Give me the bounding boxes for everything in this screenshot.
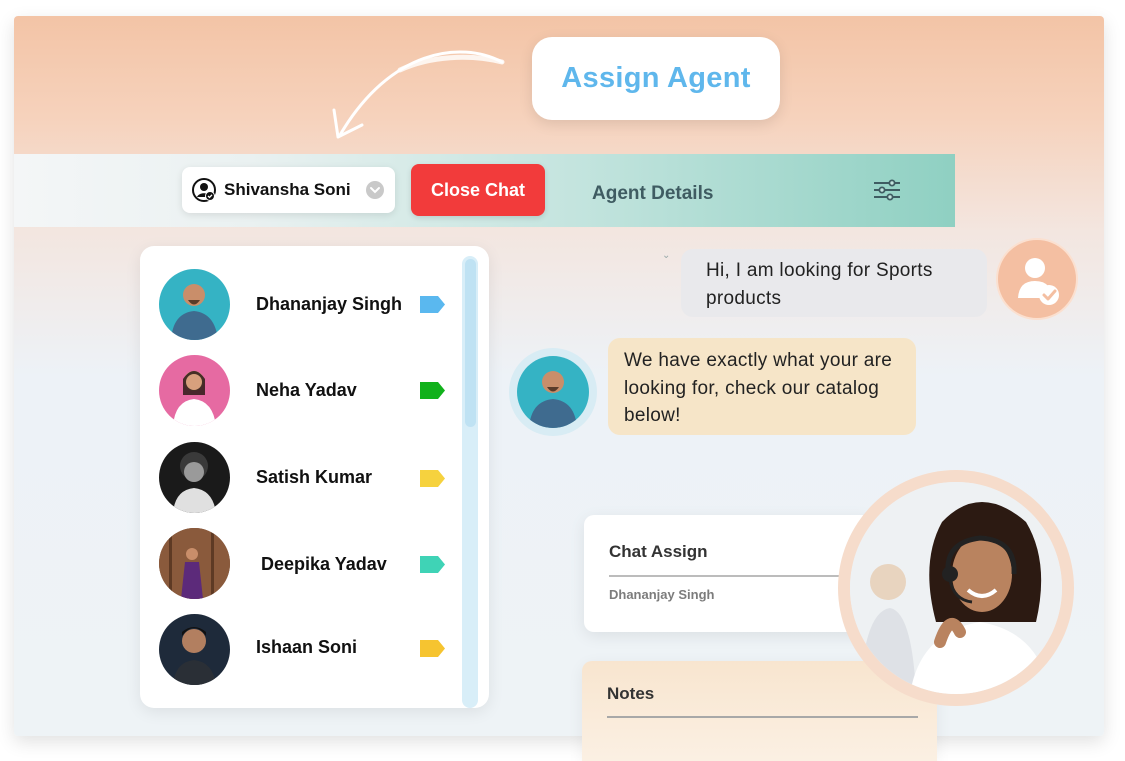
assign-agent-banner: Assign Agent	[532, 37, 780, 120]
support-agent-photo	[850, 482, 1062, 694]
tag-icon[interactable]	[420, 382, 445, 399]
tag-icon[interactable]	[420, 556, 445, 573]
close-chat-button[interactable]: Close Chat	[411, 164, 545, 216]
chevron-down-icon: ⌄	[662, 250, 671, 261]
avatar	[159, 355, 230, 426]
chevron-down-icon[interactable]	[365, 180, 385, 200]
user-message-text: Hi, I am looking for Sports products	[706, 260, 933, 309]
user-verified-icon	[1018, 258, 1059, 305]
assign-agent-label: Assign Agent	[561, 62, 751, 94]
contact-item-ishaan-soni[interactable]: Ishaan Soni	[140, 609, 489, 689]
chat-assign-title: Chat Assign	[609, 542, 708, 561]
agent-message-bubble: We have exactly what your are looking fo…	[608, 338, 916, 435]
contact-name: Dhananjay Singh	[256, 294, 403, 314]
curved-arrow-icon	[332, 50, 505, 139]
notes-title: Notes	[607, 684, 655, 703]
tag-icon[interactable]	[420, 640, 445, 657]
customer-avatar	[996, 238, 1078, 320]
contact-name: Neha Yadav	[256, 380, 357, 400]
contact-name: Ishaan Soni	[256, 637, 358, 657]
contact-name: Deepika Yadav	[261, 554, 387, 574]
agent-details-label: Agent Details	[592, 183, 714, 204]
contact-name: Satish Kumar	[256, 467, 373, 487]
avatar	[159, 269, 230, 340]
agent-avatar	[517, 356, 589, 428]
chat-assign-card: Chat Assign Dhananjay Singh	[584, 515, 874, 632]
agent-details-tab[interactable]: Agent Details	[592, 183, 713, 205]
agent-select-dropdown[interactable]: Shivansha Soni	[182, 167, 395, 213]
contact-item-dhananjay-singh[interactable]: Dhananjay Singh	[140, 264, 489, 344]
scrollbar-thumb[interactable]	[465, 259, 476, 427]
chat-assign-value[interactable]: Dhananjay Singh	[609, 587, 714, 602]
tag-icon[interactable]	[420, 470, 445, 487]
avatar	[159, 442, 230, 513]
avatar	[159, 614, 230, 685]
contact-item-deepika-yadav[interactable]: Deepika Yadav	[140, 523, 489, 603]
agent-message-text: We have exactly what your are looking fo…	[624, 350, 893, 426]
agent-name: Shivansha Soni	[224, 180, 351, 199]
tag-icon[interactable]	[420, 296, 445, 313]
notes-input-line[interactable]	[607, 716, 918, 718]
filter-sliders-icon[interactable]	[872, 178, 902, 202]
divider	[609, 575, 839, 577]
close-chat-label: Close Chat	[430, 179, 526, 200]
contact-list: Dhananjay Singh Neha Yadav Satish Kumar …	[140, 246, 489, 708]
contact-item-neha-yadav[interactable]: Neha Yadav	[140, 350, 489, 430]
contact-item-satish-kumar[interactable]: Satish Kumar	[140, 437, 489, 517]
user-message-bubble: Hi, I am looking for Sports products	[681, 249, 987, 317]
agent-user-icon	[192, 178, 216, 202]
avatar	[159, 528, 230, 599]
